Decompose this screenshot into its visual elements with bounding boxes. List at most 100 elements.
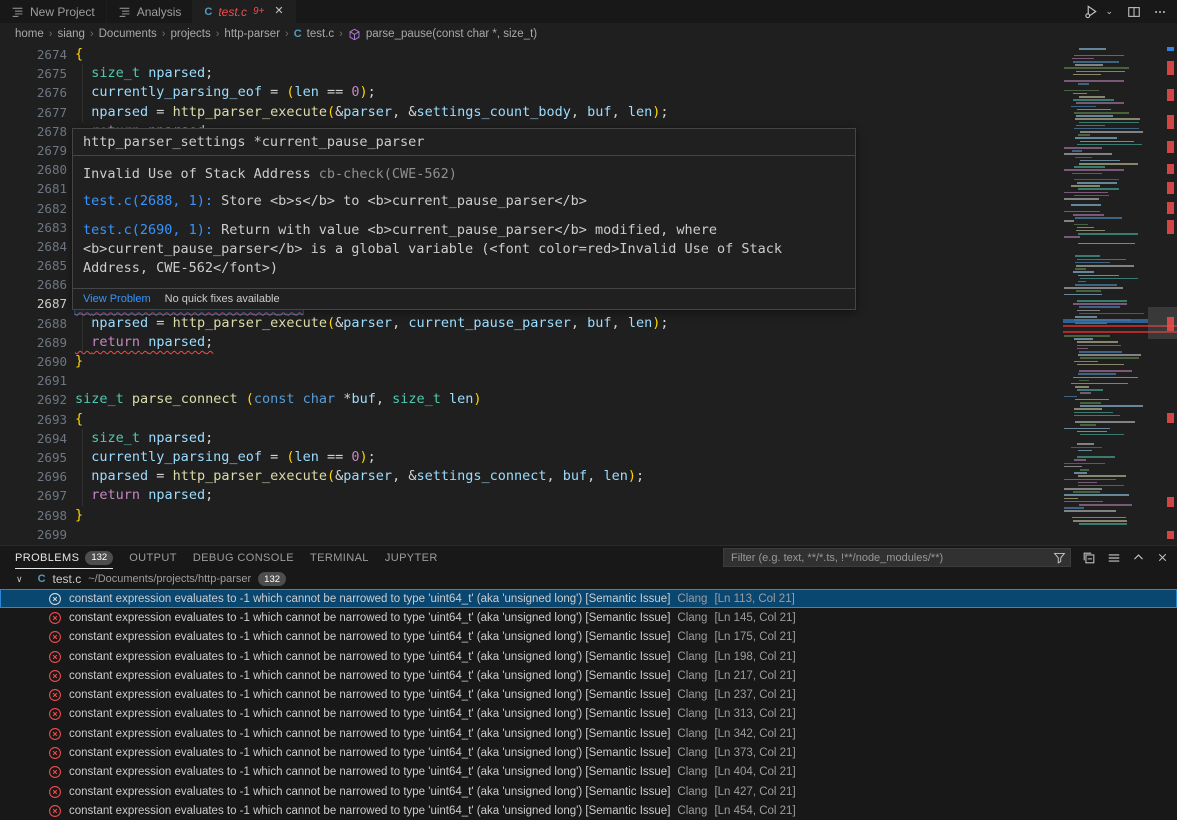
problem-row[interactable]: constant expression evaluates to -1 whic… <box>0 628 1177 647</box>
code-token[interactable]: ; <box>368 84 376 100</box>
more-actions-icon[interactable] <box>1153 5 1167 19</box>
problems-file-group[interactable]: ∨ C test.c ~/Documents/projects/http-par… <box>0 569 1177 589</box>
line-number[interactable]: 2686 <box>0 275 67 294</box>
code-token[interactable]: settings_count_body <box>416 104 570 120</box>
collapse-all-icon[interactable] <box>1082 551 1096 565</box>
code-token[interactable]: len <box>603 468 627 484</box>
code-line-content[interactable]: size_t nparsed; <box>75 429 213 448</box>
code-token[interactable]: = <box>148 468 172 484</box>
code-token[interactable] <box>75 487 91 503</box>
code-token[interactable]: nparsed <box>148 487 205 503</box>
code-token[interactable] <box>238 391 246 407</box>
code-line-content[interactable]: nparsed = http_parser_execute(&parser, c… <box>75 314 668 333</box>
code-token[interactable]: ; <box>660 104 668 120</box>
line-number[interactable]: 2692 <box>0 390 67 409</box>
code-token[interactable]: nparsed <box>148 430 205 446</box>
code-token[interactable]: ( <box>327 315 335 331</box>
code-token[interactable]: buf <box>587 104 611 120</box>
code-line-content[interactable]: return nparsed; <box>75 333 213 352</box>
code-token[interactable]: = <box>148 315 172 331</box>
panel-tab-problems[interactable]: PROBLEMS 132 <box>15 546 113 569</box>
tab-test-c[interactable]: C test.c 9+ ✕ <box>193 0 295 23</box>
code-line-content[interactable]: size_t parse_connect (const char *buf, s… <box>75 390 482 409</box>
code-token[interactable]: ) <box>360 449 368 465</box>
line-number[interactable]: 2690 <box>0 352 67 371</box>
code-token[interactable]: current_pause_parser <box>408 315 571 331</box>
problem-row[interactable]: constant expression evaluates to -1 whic… <box>0 608 1177 627</box>
code-token[interactable]: ; <box>660 315 668 331</box>
code-token[interactable]: = <box>262 449 286 465</box>
code-line-content[interactable]: nparsed = http_parser_execute(&parser, &… <box>75 467 644 486</box>
line-number[interactable]: 2674 <box>0 45 67 64</box>
problem-row[interactable]: constant expression evaluates to -1 whic… <box>0 801 1177 820</box>
code-token[interactable]: len <box>294 84 318 100</box>
code-token[interactable]: , <box>612 104 628 120</box>
code-token[interactable]: size_t <box>392 391 441 407</box>
code-token[interactable]: ; <box>205 487 213 503</box>
code-token[interactable] <box>75 430 91 446</box>
overview-ruler[interactable] <box>1165 45 1177 545</box>
breadcrumb-item[interactable]: Documents <box>99 28 157 40</box>
panel-tab-output[interactable]: OUTPUT <box>129 546 177 569</box>
code-token[interactable]: ) <box>360 84 368 100</box>
problem-row[interactable]: constant expression evaluates to -1 whic… <box>0 724 1177 743</box>
problem-row[interactable]: constant expression evaluates to -1 whic… <box>0 647 1177 666</box>
code-token[interactable]: buf <box>563 468 587 484</box>
code-line[interactable]: 2695 currently_parsing_eof = (len == 0); <box>0 448 1063 467</box>
code-line[interactable]: 2697 return nparsed; <box>0 486 1063 505</box>
code-token[interactable]: nparsed <box>91 315 148 331</box>
code-token[interactable]: settings_connect <box>416 468 546 484</box>
problem-row[interactable]: constant expression evaluates to -1 whic… <box>0 685 1177 704</box>
code-token[interactable]: } <box>75 507 83 523</box>
breadcrumb-item[interactable]: home <box>15 28 44 40</box>
code-token[interactable]: char <box>303 391 336 407</box>
breadcrumb-item[interactable]: http-parser <box>224 28 280 40</box>
code-line-content[interactable]: size_t nparsed; <box>75 64 213 83</box>
problem-row[interactable]: constant expression evaluates to -1 whic… <box>0 666 1177 685</box>
line-number[interactable]: 2682 <box>0 199 67 218</box>
view-problem-link[interactable]: View Problem <box>83 293 151 305</box>
breadcrumb-item[interactable]: siang <box>57 28 85 40</box>
line-number[interactable]: 2677 <box>0 103 67 122</box>
code-token[interactable]: buf <box>351 391 375 407</box>
code-token[interactable] <box>140 430 148 446</box>
code-token[interactable]: size_t <box>75 391 124 407</box>
code-line[interactable]: 2692 size_t parse_connect (const char *b… <box>0 390 1063 409</box>
filter-funnel-icon[interactable] <box>1053 551 1066 569</box>
code-token[interactable]: ) <box>628 468 636 484</box>
code-line[interactable]: 2688 nparsed = http_parser_execute(&pars… <box>0 314 1063 333</box>
file-location-link[interactable]: test.c(2690, 1): <box>83 222 213 238</box>
code-token[interactable]: , <box>392 315 408 331</box>
code-line[interactable]: 2676 currently_parsing_eof = (len == 0); <box>0 83 1063 102</box>
problem-row[interactable]: constant expression evaluates to -1 whic… <box>0 589 1177 608</box>
code-token[interactable]: size_t <box>91 430 140 446</box>
code-token[interactable]: = <box>148 104 172 120</box>
line-number[interactable]: 2675 <box>0 64 67 83</box>
code-line[interactable]: 2699 <box>0 525 1063 544</box>
code-line[interactable]: 2698 } <box>0 506 1063 525</box>
code-token[interactable]: http_parser_execute <box>173 468 327 484</box>
problem-row[interactable]: constant expression evaluates to -1 whic… <box>0 782 1177 801</box>
view-as-table-icon[interactable] <box>1107 551 1121 565</box>
problem-row[interactable]: constant expression evaluates to -1 whic… <box>0 743 1177 762</box>
code-token[interactable]: size_t <box>91 65 140 81</box>
panel-tab-debug-console[interactable]: DEBUG CONSOLE <box>193 546 294 569</box>
code-token[interactable]: 0 <box>351 449 359 465</box>
line-number[interactable]: 2691 <box>0 371 67 390</box>
line-number[interactable]: 2688 <box>0 314 67 333</box>
code-token[interactable]: parser <box>343 468 392 484</box>
code-token[interactable]: , <box>547 468 563 484</box>
code-token[interactable]: len <box>294 449 318 465</box>
run-or-debug-icon[interactable] <box>1084 4 1099 19</box>
line-number[interactable]: 2680 <box>0 160 67 179</box>
code-line[interactable]: 2691 <box>0 371 1063 390</box>
line-number[interactable]: 2699 <box>0 525 67 544</box>
code-token[interactable]: len <box>628 104 652 120</box>
code-token[interactable]: return <box>91 334 140 350</box>
code-token[interactable]: ; <box>205 430 213 446</box>
file-location-link[interactable]: test.c(2688, 1): <box>83 193 213 209</box>
code-token[interactable] <box>295 391 303 407</box>
code-token[interactable]: nparsed <box>91 468 148 484</box>
line-number[interactable]: 2696 <box>0 467 67 486</box>
breadcrumb-item[interactable]: projects <box>170 28 210 40</box>
